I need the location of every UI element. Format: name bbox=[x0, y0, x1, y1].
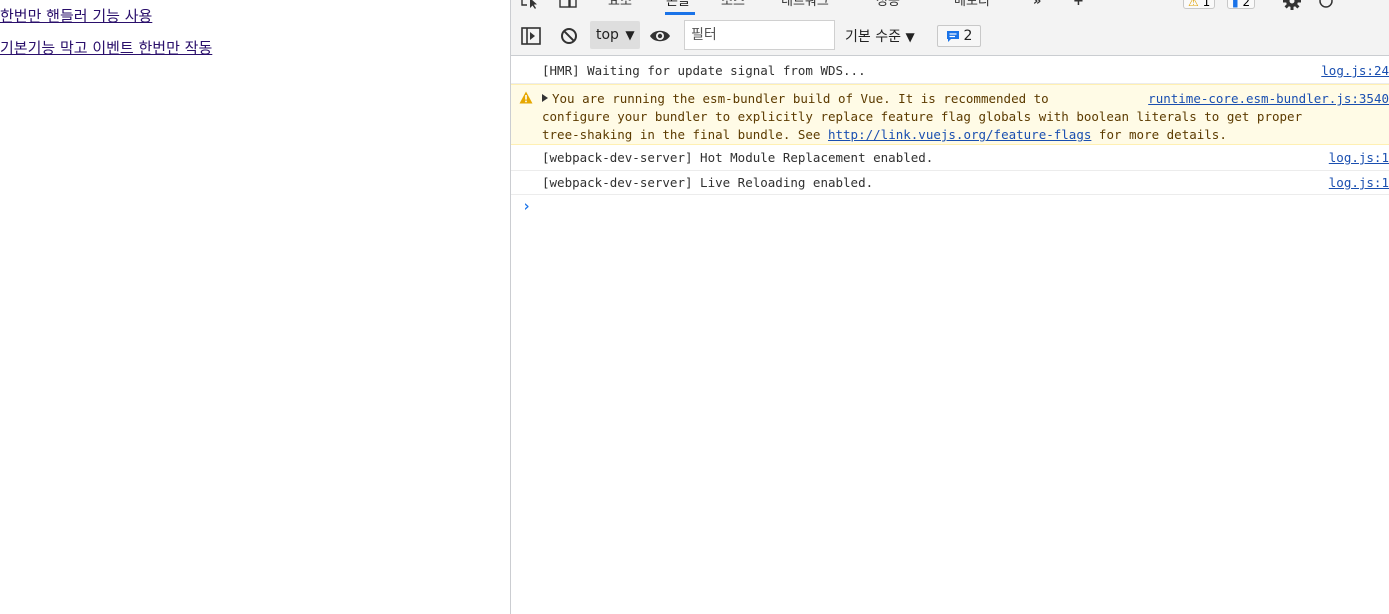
tab-performance[interactable]: 성능 bbox=[876, 0, 900, 14]
console-message: [HMR] Waiting for update signal from WDS… bbox=[511, 57, 1389, 84]
log-level-value: 기본 수준 bbox=[845, 29, 901, 45]
device-toolbar-icon[interactable] bbox=[559, 0, 577, 9]
tab-network[interactable]: 네트워크 bbox=[781, 0, 829, 14]
console-messages: [HMR] Waiting for update signal from WDS… bbox=[511, 57, 1389, 219]
page-viewport: 한번만 핸들러 기능 사용 기본기능 막고 이벤트 한번만 작동 bbox=[0, 0, 510, 614]
message-text: [webpack-dev-server] Live Reloading enab… bbox=[542, 175, 874, 190]
devtools-panel: 요소 콘솔 소스 네트워크 성능 메모리 » + ⚠ 1 ▮ 2 top ▼ 필… bbox=[510, 0, 1389, 614]
warning-triangle-icon bbox=[519, 91, 533, 104]
issues-count: 2 bbox=[963, 28, 973, 44]
expand-arrow-icon[interactable] bbox=[542, 94, 548, 102]
message-text: [HMR] Waiting for update signal from WDS… bbox=[542, 63, 866, 78]
message-bubble-icon bbox=[946, 30, 959, 42]
context-selector[interactable]: top ▼ bbox=[590, 21, 640, 49]
console-toolbar: top ▼ 기본 수준 ▼ 2 bbox=[511, 17, 1389, 56]
settings-gear-icon[interactable] bbox=[1283, 0, 1301, 10]
dropdown-arrow-icon: ▼ bbox=[625, 28, 635, 42]
warning-triangle-icon: ⚠ bbox=[1188, 0, 1199, 9]
live-expression-button[interactable] bbox=[649, 25, 671, 47]
active-tab-indicator bbox=[665, 12, 695, 15]
console-prompt[interactable]: › bbox=[511, 195, 1389, 219]
more-options-icon[interactable] bbox=[1317, 0, 1335, 8]
message-count: 2 bbox=[1242, 0, 1251, 9]
console-message: [webpack-dev-server] Live Reloading enab… bbox=[511, 171, 1389, 195]
more-tabs-button[interactable]: » bbox=[1033, 0, 1041, 14]
tab-memory[interactable]: 메모리 bbox=[954, 0, 990, 14]
source-link[interactable]: log.js:24 bbox=[1321, 62, 1389, 80]
tab-sources[interactable]: 소스 bbox=[721, 0, 745, 14]
devtools-tabbar: 요소 콘솔 소스 네트워크 성능 메모리 » + ⚠ 1 ▮ 2 bbox=[511, 0, 1389, 18]
warning-line-1: You are running the esm-bundler build of… bbox=[552, 91, 1049, 106]
console-message: [webpack-dev-server] Hot Module Replacem… bbox=[511, 145, 1389, 171]
issues-button[interactable]: 2 bbox=[937, 25, 981, 47]
eye-icon bbox=[650, 30, 670, 42]
dropdown-arrow-icon: ▼ bbox=[905, 30, 915, 44]
filter-input[interactable] bbox=[684, 20, 835, 50]
warning-line-3: tree-shaking in the final bundle. See bbox=[542, 127, 828, 142]
toggle-sidebar-button[interactable] bbox=[520, 25, 542, 47]
screen: 한번만 핸들러 기능 사용 기본기능 막고 이벤트 한번만 작동 요소 콘솔 소… bbox=[0, 0, 1389, 614]
block-icon bbox=[561, 28, 577, 44]
source-link[interactable]: log.js:1 bbox=[1329, 174, 1389, 192]
feature-flags-link[interactable]: http://link.vuejs.org/feature-flags bbox=[828, 127, 1091, 142]
add-tab-icon[interactable]: + bbox=[1073, 0, 1084, 14]
warning-count-badge[interactable]: ⚠ 1 bbox=[1183, 0, 1216, 9]
warning-line-3-end: for more details. bbox=[1091, 127, 1227, 142]
prevent-once-link[interactable]: 기본기능 막고 이벤트 한번만 작동 bbox=[0, 39, 212, 57]
clear-console-button[interactable] bbox=[558, 25, 580, 47]
sidebar-toggle-icon bbox=[521, 27, 541, 45]
warning-line-2: configure your bundler to explicitly rep… bbox=[542, 109, 1303, 124]
prompt-chevron-icon: › bbox=[522, 197, 532, 215]
console-warning-message: You are running the esm-bundler build of… bbox=[511, 84, 1389, 145]
warning-count: 1 bbox=[1202, 0, 1211, 9]
source-link[interactable]: log.js:1 bbox=[1329, 149, 1389, 167]
message-text: [webpack-dev-server] Hot Module Replacem… bbox=[542, 150, 934, 165]
inspect-element-icon[interactable] bbox=[521, 0, 539, 9]
source-link[interactable]: runtime-core.esm-bundler.js:3540 bbox=[1148, 90, 1389, 108]
message-icon: ▮ bbox=[1232, 0, 1239, 9]
message-count-badge[interactable]: ▮ 2 bbox=[1227, 0, 1256, 9]
once-handler-link[interactable]: 한번만 핸들러 기능 사용 bbox=[0, 7, 152, 25]
context-value: top bbox=[596, 27, 619, 43]
log-level-selector[interactable]: 기본 수준 ▼ bbox=[845, 26, 915, 46]
tab-elements[interactable]: 요소 bbox=[608, 0, 632, 14]
